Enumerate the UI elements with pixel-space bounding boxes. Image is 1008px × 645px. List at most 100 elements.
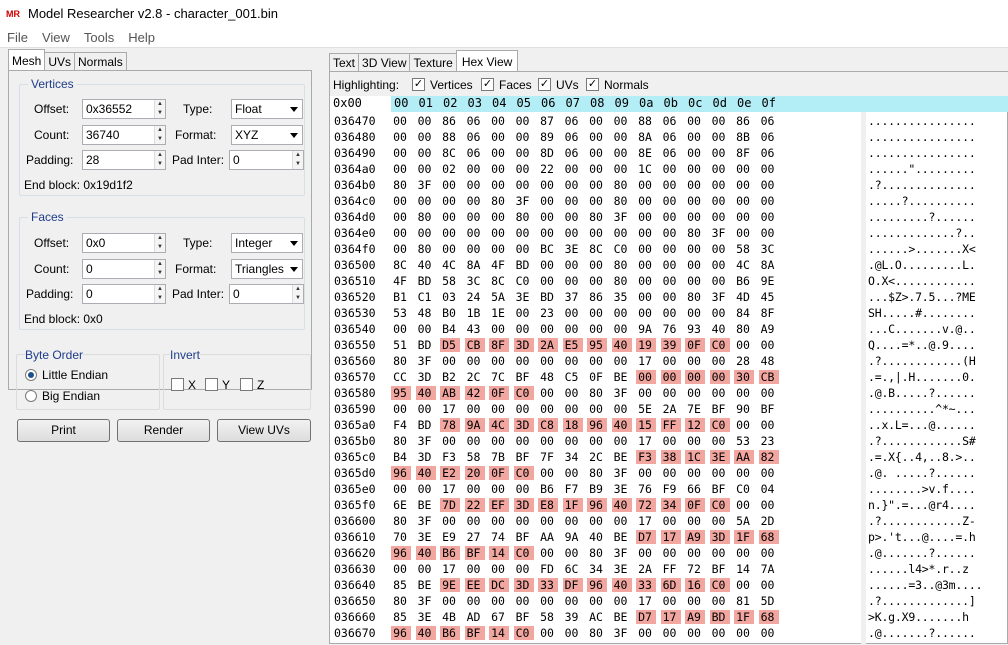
hex-byte[interactable]: 00	[587, 322, 607, 336]
hex-byte[interactable]: 00	[489, 482, 509, 496]
hex-byte[interactable]: 00	[391, 482, 411, 496]
hex-byte[interactable]: 35	[612, 290, 632, 304]
hex-byte[interactable]: C0	[734, 482, 754, 496]
hex-row-ascii[interactable]: ........>v.f....	[868, 482, 976, 496]
hex-byte[interactable]: C0	[612, 242, 632, 256]
hex-byte[interactable]: 00	[636, 226, 656, 240]
hex-byte[interactable]: 00	[661, 242, 681, 256]
hex-byte[interactable]: 00	[563, 626, 583, 640]
hex-byte[interactable]: 40	[415, 546, 436, 560]
hex-byte[interactable]: CC	[391, 370, 411, 384]
hex-byte[interactable]: 00	[759, 386, 779, 400]
hex-byte[interactable]: D7	[636, 530, 656, 544]
hex-byte[interactable]: FF	[660, 418, 681, 432]
hex-byte[interactable]: 8D	[538, 146, 558, 160]
hex-byte[interactable]: 00	[440, 226, 460, 240]
hex-byte[interactable]: 00	[489, 114, 509, 128]
hex-byte[interactable]: 5D	[759, 594, 779, 608]
hex-byte[interactable]: A9	[759, 322, 779, 336]
hex-byte[interactable]: 40	[611, 498, 632, 512]
spin-arrows-icon[interactable]: ▲ ▼	[154, 260, 165, 278]
hex-byte[interactable]: 3E	[612, 562, 632, 576]
hex-byte[interactable]: B4	[391, 450, 411, 464]
hex-byte[interactable]: 70	[391, 530, 411, 544]
hex-byte[interactable]: 33	[636, 578, 656, 592]
hex-byte[interactable]: 80	[416, 210, 436, 224]
hex-byte[interactable]: 4C	[440, 258, 460, 272]
hex-byte[interactable]: BE	[612, 450, 632, 464]
hex-row-ascii[interactable]: .?............Z-	[868, 514, 976, 528]
spin-arrows-icon[interactable]: ▲ ▼	[154, 100, 165, 118]
hex-byte[interactable]: 4C	[489, 418, 509, 432]
hex-byte[interactable]: 00	[465, 194, 485, 208]
hex-byte[interactable]: 58	[440, 274, 460, 288]
hex-byte[interactable]: 00	[465, 242, 485, 256]
hex-byte[interactable]: 00	[636, 546, 656, 560]
hex-byte[interactable]: F4	[391, 418, 411, 432]
hex-byte[interactable]: 00	[489, 594, 509, 608]
hex-byte[interactable]: 06	[661, 146, 681, 160]
hex-byte[interactable]: 00	[685, 242, 705, 256]
hex-byte[interactable]: 00	[587, 130, 607, 144]
hex-byte[interactable]: 17	[636, 514, 656, 528]
tab-3d-view[interactable]: 3D View	[358, 53, 411, 72]
hex-byte[interactable]: 00	[391, 402, 411, 416]
hex-byte[interactable]: 00	[514, 562, 534, 576]
hex-byte[interactable]: 23	[538, 306, 558, 320]
hex-byte[interactable]: 00	[489, 130, 509, 144]
hex-byte[interactable]: 00	[465, 178, 485, 192]
hex-byte[interactable]: 3F	[514, 194, 534, 208]
hex-byte[interactable]: 1B	[465, 306, 485, 320]
hex-byte[interactable]: 00	[636, 370, 656, 384]
hex-byte[interactable]: 00	[636, 242, 656, 256]
hex-byte[interactable]: 96	[391, 626, 411, 640]
hex-byte[interactable]: BF	[514, 450, 534, 464]
tab-normals[interactable]: Normals	[74, 52, 127, 71]
hex-byte[interactable]: 96	[587, 578, 607, 592]
hex-byte[interactable]: 80	[685, 290, 705, 304]
hex-byte[interactable]: 00	[416, 114, 436, 128]
hex-byte[interactable]: 40	[415, 626, 436, 640]
hex-byte[interactable]: 00	[710, 114, 730, 128]
hex-byte[interactable]: B6	[538, 482, 558, 496]
hex-byte[interactable]: 00	[563, 354, 583, 368]
hex-byte[interactable]: 00	[465, 402, 485, 416]
hex-byte[interactable]: 00	[685, 274, 705, 288]
faces-highlight-checkbox[interactable]: ✓	[481, 78, 494, 91]
hex-byte[interactable]: 00	[759, 178, 779, 192]
hex-byte[interactable]: 88	[636, 114, 656, 128]
hex-byte[interactable]: 8A	[636, 130, 656, 144]
hex-byte[interactable]: 00	[538, 210, 558, 224]
hex-byte[interactable]: 00	[636, 466, 656, 480]
hex-byte[interactable]: BE	[612, 530, 632, 544]
hex-byte[interactable]: E5	[562, 338, 583, 352]
hex-byte[interactable]: 8C	[440, 146, 460, 160]
hex-byte[interactable]: 2A	[636, 562, 656, 576]
hex-byte[interactable]: 00	[759, 338, 779, 352]
hex-byte[interactable]: 4F	[489, 258, 509, 272]
hex-byte[interactable]: 51	[391, 338, 411, 352]
hex-byte[interactable]: A9	[685, 610, 705, 624]
hex-byte[interactable]: 00	[514, 402, 534, 416]
hex-byte[interactable]: C8	[538, 418, 558, 432]
hex-byte[interactable]: 00	[465, 226, 485, 240]
hex-byte[interactable]: C0	[514, 274, 534, 288]
hex-byte[interactable]: B2	[440, 370, 460, 384]
hex-byte[interactable]: 00	[465, 162, 485, 176]
hex-byte[interactable]: 17	[660, 530, 681, 544]
hex-byte[interactable]: 00	[759, 226, 779, 240]
hex-byte[interactable]: 2A	[661, 402, 681, 416]
hex-byte[interactable]: E9	[440, 530, 460, 544]
hex-byte[interactable]: 00	[440, 434, 460, 448]
hex-byte[interactable]: 00	[710, 514, 730, 528]
hex-byte[interactable]: 9E	[759, 274, 779, 288]
hex-byte[interactable]: C0	[513, 626, 534, 640]
hex-byte[interactable]: 7E	[685, 402, 705, 416]
hex-byte[interactable]: 00	[489, 146, 509, 160]
hex-byte[interactable]: 00	[661, 162, 681, 176]
hex-row-ascii[interactable]: ......>.......X<	[868, 242, 976, 256]
hex-byte[interactable]: 00	[759, 418, 779, 432]
hex-byte[interactable]: 00	[685, 594, 705, 608]
hex-byte[interactable]: 00	[710, 386, 730, 400]
hex-row-ascii[interactable]: ......l4>*.r..z	[868, 562, 969, 576]
